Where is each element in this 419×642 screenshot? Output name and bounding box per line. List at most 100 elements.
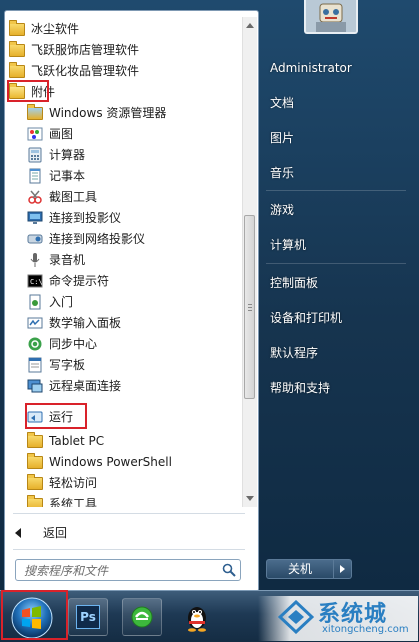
program-folder-tablet-pc[interactable]: Tablet PC	[27, 431, 104, 451]
program-math-input-panel[interactable]: 数学输入面板	[27, 313, 121, 333]
program-list: 冰尘软件 飞跃服饰店管理软件 飞跃化妆品管理软件 附件 Windows 资源管理	[5, 17, 241, 507]
program-label: 冰尘软件	[31, 22, 80, 36]
program-run[interactable]: 运行	[27, 407, 73, 427]
program-label: 截图工具	[49, 190, 98, 204]
program-label: 录音机	[49, 253, 86, 267]
program-label: 飞跃服饰店管理软件	[31, 43, 140, 57]
right-link-computer[interactable]: 计算机	[270, 235, 306, 255]
program-folder-ease-of-access[interactable]: 轻松访问	[27, 473, 97, 493]
program-label: Windows 资源管理器	[49, 106, 167, 120]
right-link-control-panel[interactable]: 控制面板	[270, 273, 318, 293]
back-arrow-icon	[15, 528, 21, 538]
program-label: Windows PowerShell	[49, 455, 172, 469]
start-menu: 冰尘软件 飞跃服饰店管理软件 飞跃化妆品管理软件 附件 Windows 资源管理	[0, 0, 419, 592]
program-folder-cosmetics-manager[interactable]: 飞跃化妆品管理软件	[9, 61, 139, 81]
right-link-documents[interactable]: 文档	[270, 93, 294, 113]
watermark-logo-icon	[278, 600, 314, 634]
program-label: 轻松访问	[49, 476, 98, 490]
sync-center-icon	[27, 336, 43, 352]
program-remote-desktop[interactable]: 远程桌面连接	[27, 376, 121, 396]
program-notepad[interactable]: 记事本	[27, 166, 85, 186]
right-link-help-support[interactable]: 帮助和支持	[270, 378, 330, 398]
divider	[13, 549, 245, 550]
program-connect-projector[interactable]: 连接到投影仪	[27, 208, 121, 228]
program-folder-clothing-manager[interactable]: 飞跃服饰店管理软件	[9, 40, 139, 60]
folder-icon	[9, 19, 25, 37]
back-label: 返回	[43, 526, 68, 540]
right-divider	[266, 190, 406, 191]
user-avatar[interactable]	[304, 0, 358, 34]
folder-icon	[27, 494, 43, 507]
program-wordpad[interactable]: 写字板	[27, 355, 85, 375]
wordpad-icon	[27, 357, 43, 373]
program-folder-accessories[interactable]: 附件	[9, 82, 55, 102]
back-button[interactable]: 返回	[15, 523, 67, 543]
getting-started-icon	[27, 294, 43, 310]
taskbar-photoshop-button[interactable]: Ps	[68, 598, 108, 636]
right-link-default-programs[interactable]: 默认程序	[270, 343, 318, 363]
taskbar-browser-button[interactable]	[122, 598, 162, 636]
svg-text:C:\: C:\	[30, 278, 43, 286]
microphone-icon	[27, 252, 43, 268]
projector-icon	[27, 210, 43, 226]
program-snipping-tool[interactable]: 截图工具	[27, 187, 97, 207]
program-label: 飞跃化妆品管理软件	[31, 64, 140, 78]
program-folder-system-tools[interactable]: 系统工具	[27, 494, 97, 507]
program-windows-explorer[interactable]: Windows 资源管理器	[27, 103, 166, 123]
taskbar-qq-button[interactable]	[176, 598, 216, 636]
user-name-link[interactable]: Administrator	[270, 58, 352, 78]
explorer-icon	[27, 103, 43, 121]
right-link-music[interactable]: 音乐	[270, 163, 294, 183]
folder-icon	[9, 61, 25, 79]
program-command-prompt[interactable]: C:\ 命令提示符	[27, 271, 109, 291]
program-sync-center[interactable]: 同步中心	[27, 334, 97, 354]
folder-icon	[9, 40, 25, 58]
watermark-url: xitongcheng.com	[322, 624, 409, 635]
scrollbar-thumb[interactable]	[244, 215, 255, 399]
program-label: 远程桌面连接	[49, 379, 122, 393]
math-input-icon	[27, 315, 43, 331]
program-calculator[interactable]: 计算器	[27, 145, 85, 165]
program-getting-started[interactable]: 入门	[27, 292, 73, 312]
program-sound-recorder[interactable]: 录音机	[27, 250, 85, 270]
search-box[interactable]	[15, 559, 241, 581]
calculator-icon	[27, 147, 43, 163]
search-icon[interactable]	[222, 563, 236, 577]
program-label: 附件	[31, 85, 56, 99]
program-label: 连接到投影仪	[49, 211, 122, 225]
qq-penguin-icon	[188, 607, 206, 632]
program-folder-powershell[interactable]: Windows PowerShell	[27, 452, 172, 472]
program-list-scrollbar[interactable]	[242, 17, 257, 507]
program-label: 记事本	[49, 169, 86, 183]
notepad-icon	[27, 168, 43, 184]
folder-icon	[27, 431, 43, 449]
program-label: 命令提示符	[49, 274, 110, 288]
shutdown-options-button[interactable]	[334, 559, 352, 579]
remote-desktop-icon	[27, 378, 43, 394]
scroll-up-icon[interactable]	[246, 23, 254, 28]
run-icon	[27, 409, 43, 425]
shutdown-button[interactable]: 关机	[266, 559, 334, 579]
program-paint[interactable]: 画图	[27, 124, 73, 144]
right-link-devices-printers[interactable]: 设备和打印机	[270, 308, 342, 328]
right-link-games[interactable]: 游戏	[270, 200, 294, 220]
program-label: 数学输入面板	[49, 316, 122, 330]
program-folder-bingchen[interactable]: 冰尘软件	[9, 19, 79, 39]
right-link-pictures[interactable]: 图片	[270, 128, 294, 148]
folder-icon	[27, 452, 43, 470]
command-prompt-icon: C:\	[27, 273, 43, 289]
search-input[interactable]	[22, 561, 216, 581]
photoshop-label: Ps	[80, 610, 96, 624]
folder-open-icon	[9, 82, 25, 100]
right-divider	[266, 263, 406, 264]
program-label: 计算器	[49, 148, 86, 162]
programs-pane: 冰尘软件 飞跃服饰店管理软件 飞跃化妆品管理软件 附件 Windows 资源管理	[4, 10, 259, 592]
program-label: 写字板	[49, 358, 86, 372]
scroll-down-icon[interactable]	[246, 496, 254, 501]
snipping-tool-icon	[27, 189, 43, 205]
folder-icon	[27, 473, 43, 491]
program-connect-network-projector[interactable]: 连接到网络投影仪	[27, 229, 145, 249]
highlight-box-start	[1, 590, 68, 640]
divider	[13, 513, 245, 514]
program-label: 入门	[49, 295, 74, 309]
